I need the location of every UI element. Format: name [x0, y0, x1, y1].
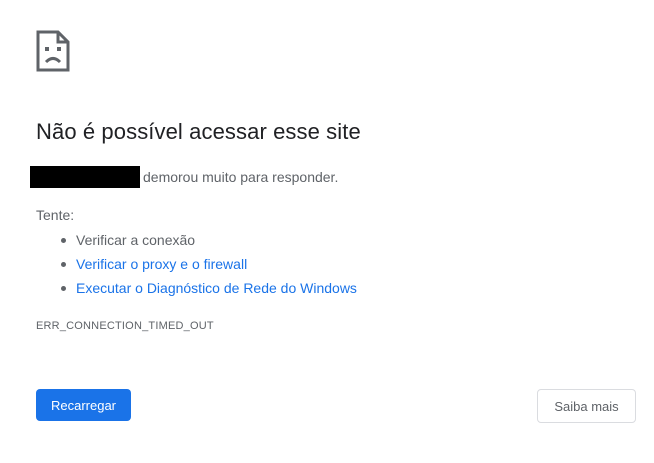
check-proxy-firewall-link[interactable]: Verificar o proxy e o firewall	[76, 256, 247, 272]
suggestion-text: Verificar a conexão	[76, 232, 196, 248]
page-title: Não é possível acessar esse site	[36, 119, 361, 144]
run-network-diagnostics-link[interactable]: Executar o Diagnóstico de Rede do Window…	[76, 280, 357, 296]
suggestion-check-connection: Verificar a conexão	[58, 231, 357, 255]
try-label: Tente:	[36, 207, 75, 223]
suggestion-check-proxy-firewall: Verificar o proxy e o firewall	[58, 255, 357, 279]
redacted-hostname	[30, 166, 140, 188]
details-button[interactable]: Saiba mais	[537, 389, 636, 423]
error-summary-text: demorou muito para responder.	[143, 169, 339, 185]
reload-button[interactable]: Recarregar	[36, 389, 131, 421]
sad-page-icon	[36, 30, 70, 72]
suggestion-run-diagnostics: Executar o Diagnóstico de Rede do Window…	[58, 279, 357, 303]
error-code: ERR_CONNECTION_TIMED_OUT	[36, 320, 214, 332]
suggestions-list: Verificar a conexão Verificar o proxy e …	[58, 231, 357, 303]
error-summary: demorou muito para responder.	[30, 166, 338, 188]
